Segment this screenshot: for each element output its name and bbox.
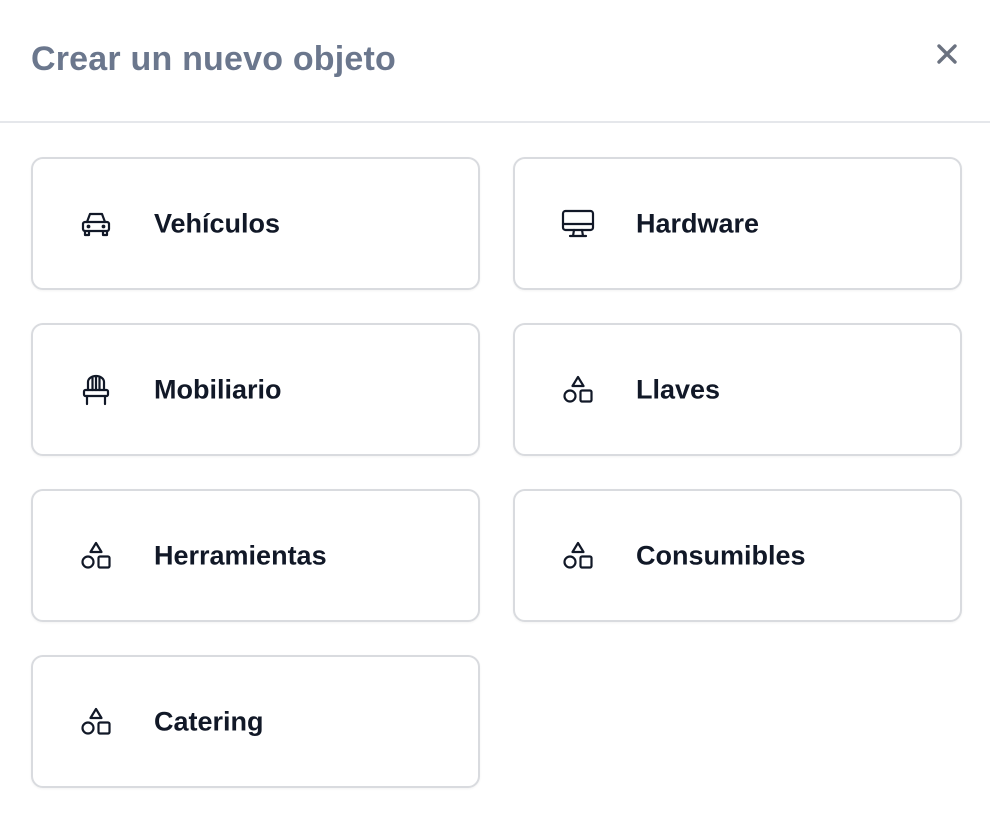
category-card-consumibles[interactable]: Consumibles bbox=[513, 489, 962, 622]
category-card-mobiliario[interactable]: Mobiliario bbox=[31, 323, 480, 456]
category-label: Vehículos bbox=[154, 208, 281, 238]
create-object-modal: Crear un nuevo objeto Vehículos Hardware… bbox=[0, 0, 990, 818]
category-grid: Vehículos Hardware Mobiliario Llaves Her… bbox=[31, 157, 962, 788]
chair-icon bbox=[79, 373, 113, 407]
category-label: Herramientas bbox=[154, 540, 327, 570]
category-label: Llaves bbox=[636, 374, 721, 404]
category-card-catering[interactable]: Catering bbox=[31, 655, 480, 788]
category-card-hardware[interactable]: Hardware bbox=[513, 157, 962, 290]
modal-header: Crear un nuevo objeto bbox=[0, 0, 990, 123]
category-card-vehiculos[interactable]: Vehículos bbox=[31, 157, 480, 290]
car-icon bbox=[79, 207, 113, 241]
shapes-icon bbox=[79, 539, 113, 573]
close-icon bbox=[937, 44, 957, 64]
shapes-icon bbox=[561, 539, 595, 573]
category-label: Catering bbox=[154, 706, 264, 736]
modal-title: Crear un nuevo objeto bbox=[31, 40, 397, 78]
category-card-herramientas[interactable]: Herramientas bbox=[31, 489, 480, 622]
shapes-icon bbox=[79, 705, 113, 739]
category-label: Mobiliario bbox=[154, 374, 282, 404]
category-card-llaves[interactable]: Llaves bbox=[513, 323, 962, 456]
shapes-icon bbox=[561, 373, 595, 407]
monitor-icon bbox=[561, 207, 595, 241]
close-button[interactable] bbox=[931, 38, 963, 70]
category-label: Hardware bbox=[636, 208, 760, 238]
category-label: Consumibles bbox=[636, 540, 806, 570]
